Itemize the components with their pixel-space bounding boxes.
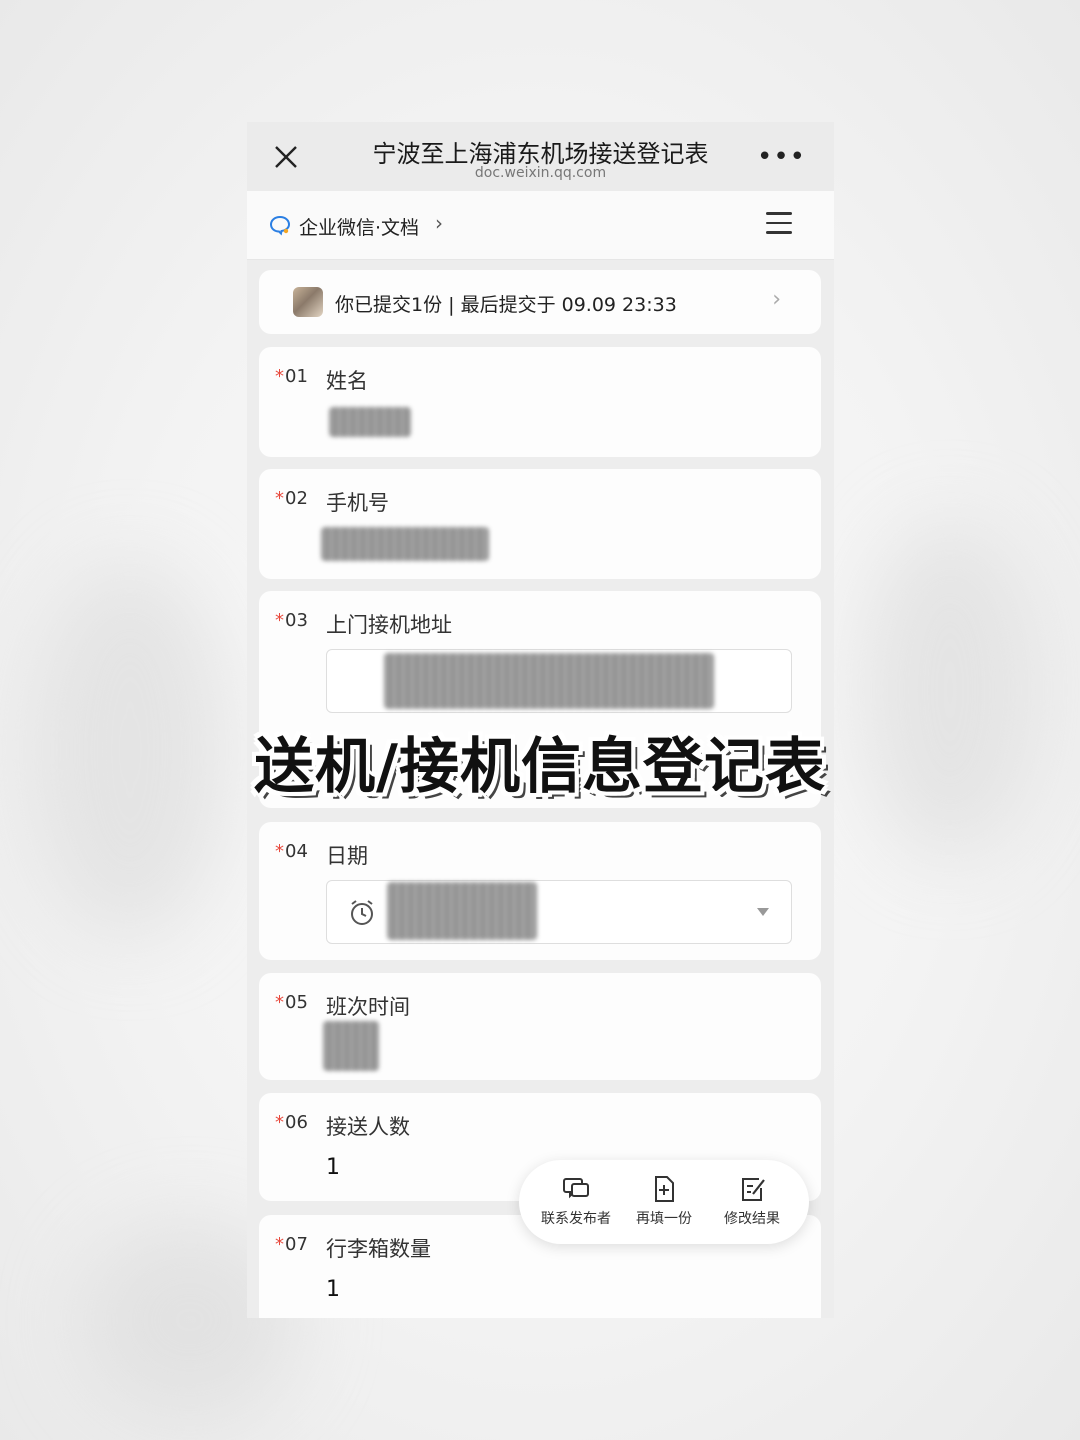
redacted-answer: [329, 407, 411, 437]
contact-publisher-button[interactable]: 联系发布者: [531, 1174, 621, 1228]
question-card-phone: *02 手机号: [259, 469, 821, 579]
chat-icon: [563, 1178, 589, 1199]
wecom-logo-icon: [269, 215, 291, 236]
question-label: 日期: [326, 844, 368, 868]
dropdown-arrow-icon: [757, 908, 769, 916]
chevron-right-icon: ›: [435, 211, 443, 235]
question-label: 接送人数: [326, 1115, 410, 1139]
alarm-clock-icon: [351, 900, 373, 925]
edit-result-button[interactable]: 修改结果: [707, 1174, 797, 1228]
menu-icon[interactable]: [766, 212, 792, 234]
wecom-docs-link[interactable]: 企业微信·文档: [299, 213, 419, 240]
submission-status-text: 你已提交1份 | 最后提交于 09.09 23:33: [335, 294, 677, 316]
answer-value: 1: [326, 1155, 340, 1180]
question-number: *04: [275, 841, 308, 862]
question-label: 姓名: [326, 369, 368, 393]
question-number: *03: [275, 610, 308, 631]
redacted-answer: [321, 527, 489, 561]
redacted-answer: [387, 882, 537, 940]
question-card-name: *01 姓名: [259, 347, 821, 457]
chevron-right-icon: ›: [772, 287, 781, 312]
avatar: [293, 287, 323, 317]
doc-bar: 企业微信·文档 ›: [247, 191, 834, 260]
edit-icon: [742, 1178, 765, 1201]
question-number: *06: [275, 1112, 308, 1133]
contact-publisher-label: 联系发布者: [541, 1211, 611, 1227]
overlay-caption: 送机/接机信息登记表: [254, 732, 826, 802]
add-file-icon: [655, 1176, 674, 1202]
page-title: 宁波至上海浦东机场接送登记表: [372, 140, 709, 168]
submission-status-card[interactable]: 你已提交1份 | 最后提交于 09.09 23:33 ›: [259, 270, 821, 334]
floating-action-bar: 联系发布者 再填一份 修改结果: [519, 1160, 809, 1244]
edit-result-label: 修改结果: [724, 1211, 780, 1227]
question-number: *01: [275, 366, 308, 387]
question-label: 行李箱数量: [326, 1237, 431, 1261]
question-number: *02: [275, 488, 308, 509]
question-card-date: *04 日期: [259, 822, 821, 960]
question-number: *05: [275, 992, 308, 1013]
question-label: 班次时间: [326, 995, 410, 1019]
question-label: 上门接机地址: [326, 613, 452, 637]
background-blur: [860, 520, 1040, 860]
question-card-shift-time: *05 班次时间: [259, 973, 821, 1080]
redacted-answer: [323, 1021, 379, 1071]
fill-again-label: 再填一份: [636, 1211, 692, 1227]
more-icon[interactable]: •••: [757, 144, 806, 170]
question-number: *07: [275, 1234, 308, 1255]
redacted-answer: [384, 653, 714, 709]
question-label: 手机号: [326, 491, 389, 515]
title-bar: 宁波至上海浦东机场接送登记表 doc.weixin.qq.com •••: [247, 122, 834, 191]
page-url: doc.weixin.qq.com: [474, 165, 607, 181]
answer-value: 1: [326, 1277, 340, 1302]
fill-again-button[interactable]: 再填一份: [619, 1174, 709, 1228]
